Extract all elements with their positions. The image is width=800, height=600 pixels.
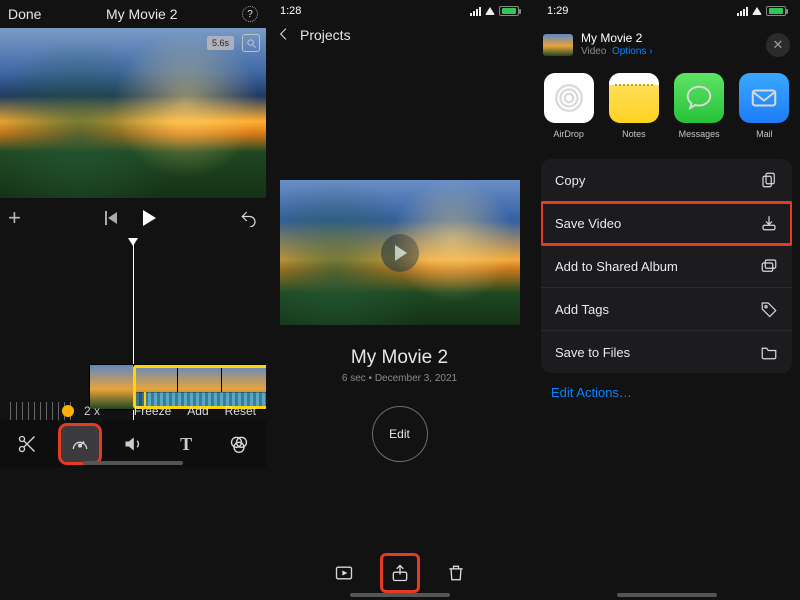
share-icon[interactable] [383, 556, 417, 590]
undo-icon[interactable] [240, 209, 258, 227]
play-overlay-icon[interactable] [381, 234, 419, 272]
action-label: Copy [555, 173, 585, 188]
status-right [737, 6, 786, 16]
freeze-button[interactable]: Freeze [134, 404, 171, 418]
share-app-airdrop[interactable]: AirDrop [543, 73, 594, 139]
movie-subtitle: 6 sec • December 3, 2021 [342, 373, 457, 384]
action-copy[interactable]: Copy [541, 159, 792, 202]
share-kind: Video [581, 46, 606, 57]
share-action-list: Copy Save Video Add to Shared Album Add … [541, 159, 792, 373]
titles-icon[interactable]: T [167, 426, 205, 462]
folder-icon [760, 343, 778, 361]
action-label: Save Video [555, 216, 621, 231]
share-title: My Movie 2 [581, 32, 653, 46]
trash-icon[interactable] [439, 556, 473, 590]
imovie-project-screen: 1:28 Projects My Movie 2 6 sec • Decembe… [266, 0, 533, 600]
speed-slider-knob[interactable] [62, 405, 74, 417]
magnifier-icon[interactable] [242, 34, 260, 52]
airdrop-icon [544, 73, 594, 123]
tag-icon [760, 300, 778, 318]
battery-icon [499, 6, 519, 16]
back-chevron-icon[interactable] [276, 26, 292, 45]
action-label: Save to Files [555, 345, 630, 360]
action-save-files[interactable]: Save to Files [541, 331, 792, 373]
status-right [470, 6, 519, 16]
add-speed-range-button[interactable]: Add [187, 404, 208, 418]
share-app-label: Messages [679, 129, 720, 139]
project-title: My Movie 2 [106, 6, 178, 22]
action-save-video[interactable]: Save Video [541, 202, 792, 245]
action-label: Add to Shared Album [555, 259, 678, 274]
close-icon[interactable]: ✕ [766, 33, 790, 57]
preview-viewer[interactable]: 5.6s [0, 28, 266, 198]
edit-actions-button[interactable]: Edit Actions… [551, 385, 800, 400]
share-app-notes[interactable]: Notes [608, 73, 659, 139]
status-time: 1:28 [280, 5, 301, 17]
action-label: Add Tags [555, 302, 609, 317]
share-app-mail[interactable]: Mail [739, 73, 790, 139]
mail-icon [739, 73, 789, 123]
share-options-button[interactable]: Options [612, 46, 646, 57]
action-add-tags[interactable]: Add Tags [541, 288, 792, 331]
action-add-shared-album[interactable]: Add to Shared Album [541, 245, 792, 288]
help-icon[interactable]: ? [242, 6, 258, 22]
projects-button[interactable]: Projects [300, 27, 351, 43]
signal-icon [737, 7, 748, 16]
speed-value: 2 x [84, 404, 100, 418]
done-button[interactable]: Done [8, 6, 41, 22]
share-app-label: Mail [756, 129, 773, 139]
duration-badge: 5.6s [207, 36, 234, 50]
play-icon[interactable] [143, 210, 156, 226]
share-thumbnail [543, 34, 573, 56]
home-indicator[interactable] [617, 593, 717, 597]
share-app-label: Notes [622, 129, 646, 139]
share-sheet-screen: 1:29 My Movie 2 Video Options › ✕ [533, 0, 800, 600]
speedometer-icon[interactable] [61, 426, 99, 462]
copy-icon [760, 171, 778, 189]
reset-speed-button[interactable]: Reset [225, 404, 256, 418]
home-indicator[interactable] [350, 593, 450, 597]
chevron-right-icon: › [649, 46, 652, 57]
home-indicator[interactable] [83, 461, 183, 465]
download-icon [760, 214, 778, 232]
movie-title: My Movie 2 [351, 347, 448, 369]
notes-icon [609, 73, 659, 123]
speed-slider[interactable] [10, 402, 74, 420]
shared-album-icon [760, 257, 778, 275]
timeline[interactable]: 2 x Freeze Add Reset T [0, 238, 266, 468]
play-rect-icon[interactable] [327, 556, 361, 590]
wifi-icon [485, 7, 495, 15]
share-app-label: AirDrop [553, 129, 584, 139]
filters-icon[interactable] [220, 426, 258, 462]
project-thumbnail[interactable] [280, 180, 520, 325]
scissors-icon[interactable] [8, 426, 46, 462]
volume-icon[interactable] [114, 426, 152, 462]
status-time: 1:29 [547, 5, 568, 17]
wifi-icon [752, 7, 762, 15]
imovie-editor-screen: Done My Movie 2 ? 5.6s + [0, 0, 266, 600]
share-app-messages[interactable]: Messages [674, 73, 725, 139]
signal-icon [470, 7, 481, 16]
skip-back-icon[interactable] [105, 211, 117, 225]
battery-icon [766, 6, 786, 16]
messages-icon [674, 73, 724, 123]
edit-button[interactable]: Edit [372, 406, 428, 462]
add-media-button[interactable]: + [8, 205, 21, 231]
